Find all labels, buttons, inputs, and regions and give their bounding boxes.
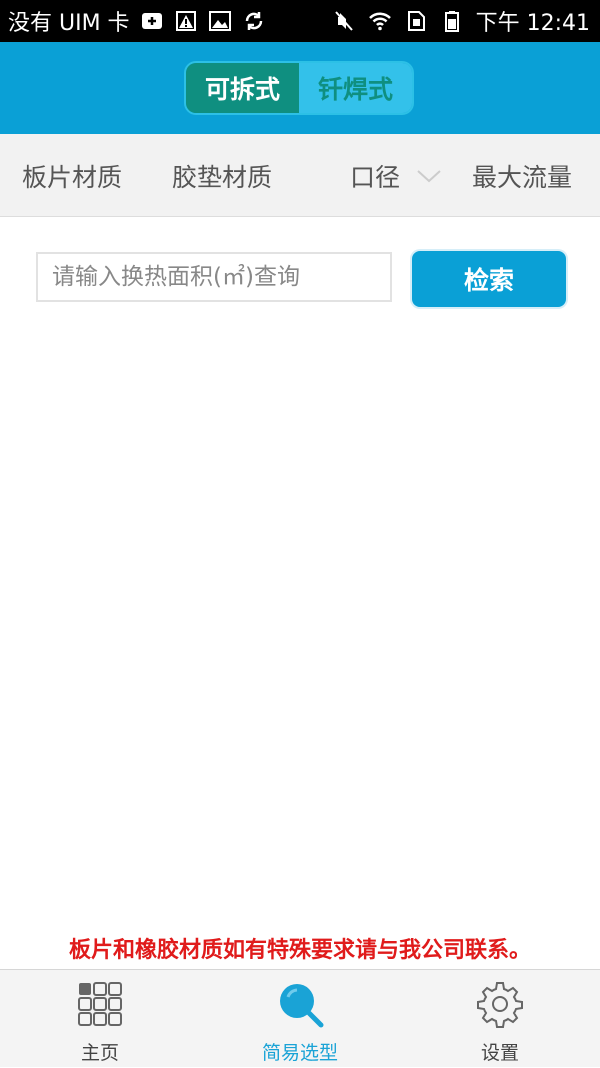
type-segmented-control: 可拆式 钎焊式 [184,61,414,115]
segment-brazed[interactable]: 钎焊式 [299,63,412,113]
app-header: 可拆式 钎焊式 [0,42,600,134]
search-button[interactable]: 检索 [412,251,566,307]
carrier-text: 没有 UIM 卡 [8,11,130,36]
bottom-tab-bar: 主页 简易选型 设置 [0,969,600,1067]
wifi-icon [368,9,392,33]
filter-max-flow[interactable]: 最大流量 [472,134,572,217]
filter-bar: 板片材质 胶垫材质 口径 最大流量 [0,134,600,217]
tab-settings[interactable]: 设置 [400,970,600,1068]
clock-text: 下午 12:41 [475,11,590,36]
add-icon [140,9,164,33]
search-input[interactable] [36,252,392,302]
chevron-down-icon [416,168,442,184]
tab-simple-selection[interactable]: 简易选型 [200,970,400,1068]
gear-icon [476,980,524,1028]
notice-text: 板片和橡胶材质如有特殊要求请与我公司联系。 [68,938,531,963]
filter-plate-material[interactable]: 板片材质 [22,134,122,217]
segment-detachable[interactable]: 可拆式 [186,63,299,113]
sim-icon [404,9,428,33]
grid-icon [76,980,124,1028]
tab-home[interactable]: 主页 [0,970,200,1068]
tab-settings-label: 设置 [480,1042,519,1064]
status-bar: 没有 UIM 卡 下午 12:41 [0,0,600,42]
filter-diameter[interactable]: 口径 [350,134,442,217]
warning-icon [174,9,198,33]
battery-icon [440,9,464,33]
tab-home-label: 主页 [80,1042,119,1064]
filter-diameter-label: 口径 [350,162,401,192]
tab-simple-selection-label: 简易选型 [261,1042,338,1064]
mute-icon [332,9,356,33]
search-icon [276,980,324,1028]
sync-icon [242,9,266,33]
filter-gasket-material[interactable]: 胶垫材质 [172,134,272,217]
image-icon [208,9,232,33]
